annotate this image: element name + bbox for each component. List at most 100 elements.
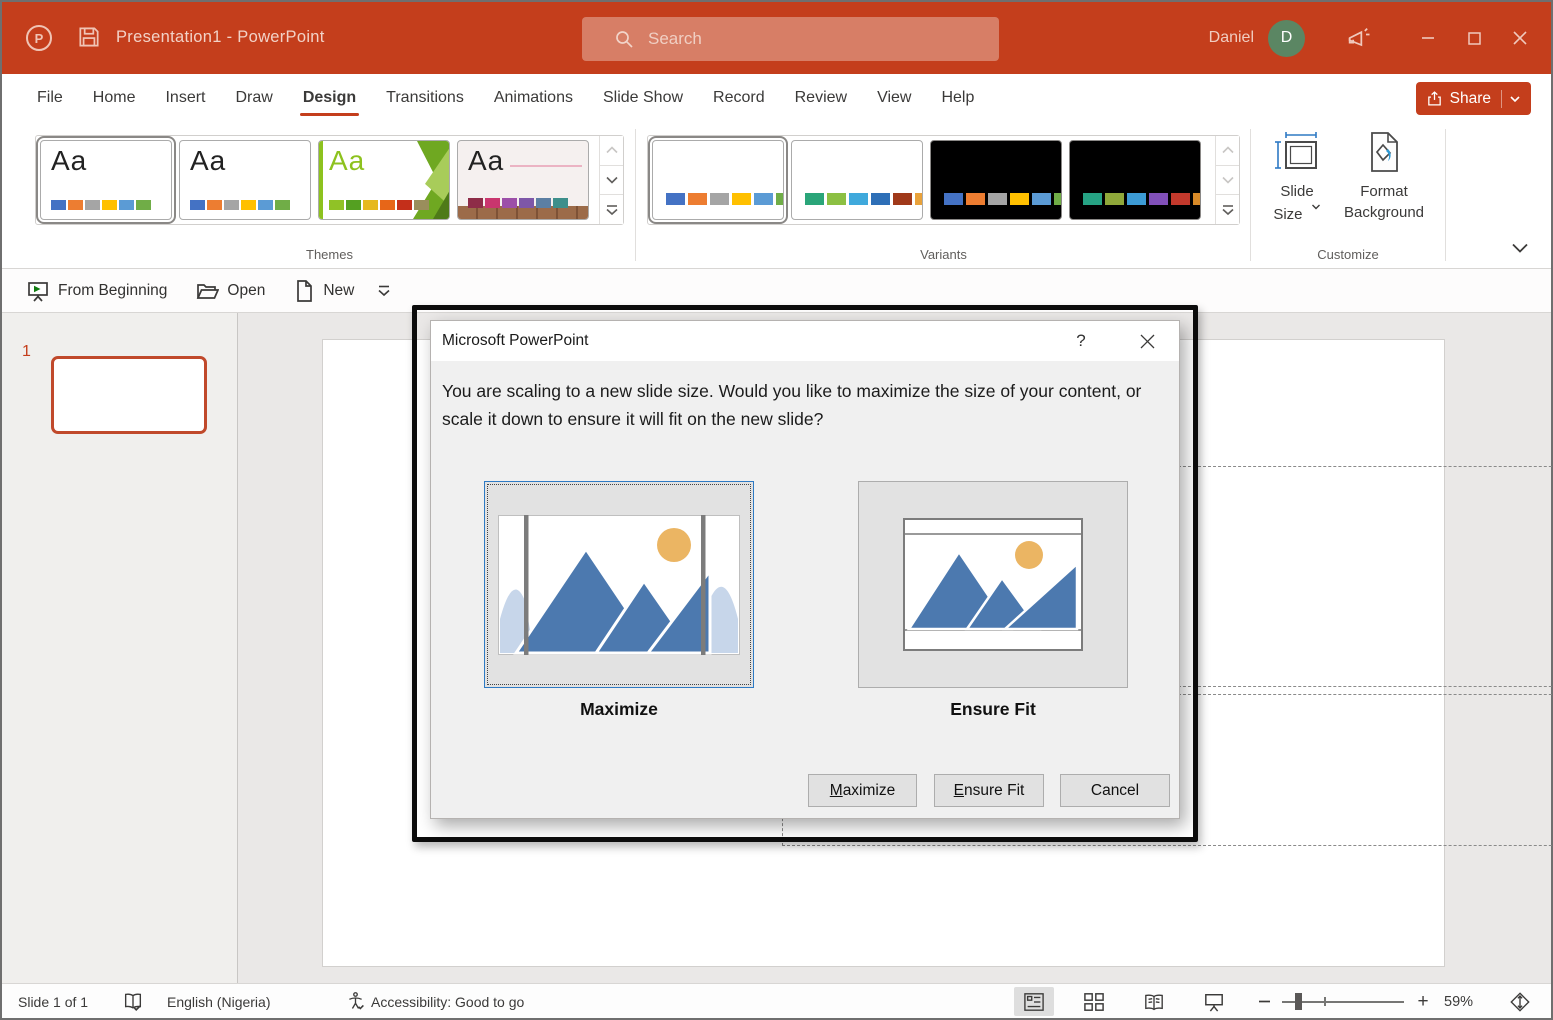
tab-slide-show[interactable]: Slide Show	[588, 74, 698, 121]
ensure-fit-option-label: Ensure Fit	[858, 699, 1128, 720]
spell-check-icon[interactable]	[122, 984, 144, 1019]
search-input[interactable]: Search	[582, 17, 999, 61]
from-beginning-icon	[26, 279, 50, 303]
format-background-label-1: Format	[1360, 183, 1408, 200]
variant-item-3[interactable]	[930, 140, 1062, 220]
accessibility-status[interactable]: Accessibility: Good to go	[371, 984, 524, 1019]
toolbar-options-chevron-icon[interactable]	[376, 284, 392, 298]
status-bar: Slide 1 of 1 English (Nigeria) Accessibi…	[2, 983, 1551, 1018]
powerpoint-logo-icon[interactable]: P	[24, 23, 54, 53]
theme-item-gallery[interactable]: Aa	[457, 140, 589, 220]
cancel-button[interactable]: Cancel	[1060, 774, 1170, 807]
svg-text:P: P	[35, 31, 44, 46]
themes-gallery: Aa Aa Aa	[35, 135, 624, 225]
tab-file[interactable]: File	[22, 74, 78, 121]
slide-size-button[interactable]: Slide Size	[1262, 131, 1332, 225]
group-separator	[635, 129, 636, 261]
variant-item-2[interactable]	[791, 140, 923, 220]
workspace: 1 Microsoft PowerPoint ? You are scaling…	[2, 313, 1551, 983]
variant-swatches	[1083, 193, 1201, 205]
variants-gallery	[647, 135, 1240, 225]
theme-item-office[interactable]: Aa	[179, 140, 311, 220]
slide-thumbnail-selected[interactable]	[51, 356, 207, 434]
variants-scroll-up-button[interactable]	[1216, 136, 1239, 166]
powerpoint-window: P Presentation1 - PowerPoint Search Dani…	[0, 0, 1553, 1020]
themes-scroll-up-button[interactable]	[600, 136, 623, 166]
maximize-button[interactable]	[1451, 13, 1497, 63]
dialog-close-button[interactable]	[1123, 321, 1171, 361]
maximize-button[interactable]: Maximize	[808, 774, 917, 807]
from-beginning-label: From Beginning	[58, 282, 167, 300]
minimize-button[interactable]	[1405, 13, 1451, 63]
variants-more-button[interactable]	[1216, 195, 1239, 224]
from-beginning-button[interactable]: From Beginning	[26, 279, 167, 303]
theme-swatches	[51, 200, 151, 210]
dialog-help-button[interactable]: ?	[1061, 321, 1101, 361]
variant-item-4[interactable]	[1069, 140, 1201, 220]
zoom-slider-center-tick	[1324, 997, 1326, 1006]
share-button[interactable]: Share	[1416, 82, 1531, 115]
ensure-fit-button[interactable]: Ensure Fit	[934, 774, 1044, 807]
dialog-message: You are scaling to a new slide size. Wou…	[442, 377, 1148, 433]
titlebar-right: Daniel D	[1209, 2, 1551, 74]
accessibility-icon	[345, 984, 366, 1019]
collapse-ribbon-chevron-icon[interactable]	[1511, 242, 1529, 254]
open-button[interactable]: Open	[195, 279, 265, 303]
scale-dialog: Microsoft PowerPoint ? You are scaling t…	[430, 320, 1180, 819]
new-button[interactable]: New	[293, 279, 354, 303]
tab-transitions[interactable]: Transitions	[371, 74, 479, 121]
ensure-fit-preview-image	[903, 518, 1083, 651]
ensure-fit-option[interactable]	[858, 481, 1128, 688]
tab-insert[interactable]: Insert	[150, 74, 220, 121]
format-background-button[interactable]: Format Background	[1334, 131, 1434, 223]
tab-record[interactable]: Record	[698, 74, 780, 121]
tab-draw[interactable]: Draw	[220, 74, 287, 121]
zoom-slider-handle[interactable]	[1295, 993, 1302, 1010]
slide-indicator[interactable]: Slide 1 of 1	[18, 984, 88, 1019]
themes-scroll-down-button[interactable]	[600, 166, 623, 196]
maximize-option[interactable]	[484, 481, 754, 688]
tab-review[interactable]: Review	[780, 74, 862, 121]
dialog-title: Microsoft PowerPoint	[442, 332, 588, 350]
new-label: New	[323, 282, 354, 300]
tab-design[interactable]: Design	[288, 74, 371, 121]
share-icon	[1426, 90, 1443, 107]
theme-item-office-selected[interactable]: Aa	[40, 140, 172, 220]
zoom-level[interactable]: 59%	[1444, 984, 1473, 1019]
facet-edge-decor	[319, 141, 323, 219]
variant-item-1-selected[interactable]	[652, 140, 784, 220]
close-button[interactable]	[1497, 13, 1543, 63]
reading-view-button[interactable]	[1134, 987, 1174, 1016]
slideshow-view-button[interactable]	[1194, 987, 1234, 1016]
ribbon-tab-row: File Home Insert Draw Design Transitions…	[2, 74, 1551, 121]
tab-home[interactable]: Home	[78, 74, 151, 121]
group-separator	[1445, 129, 1446, 261]
window-title: Presentation1 - PowerPoint	[116, 28, 325, 47]
language-indicator[interactable]: English (Nigeria)	[167, 984, 270, 1019]
search-placeholder: Search	[648, 29, 702, 49]
customize-group-label: Customize	[1262, 247, 1434, 262]
slide-sorter-view-button[interactable]	[1074, 987, 1114, 1016]
zoom-in-button[interactable]: +	[1410, 987, 1436, 1016]
share-divider	[1501, 90, 1502, 108]
user-name[interactable]: Daniel	[1209, 29, 1254, 47]
zoom-out-button[interactable]	[1251, 987, 1277, 1016]
slide-size-icon	[1274, 131, 1320, 173]
tab-view[interactable]: View	[862, 74, 926, 121]
tab-animations[interactable]: Animations	[479, 74, 588, 121]
fit-slide-to-window-button[interactable]	[1504, 987, 1536, 1016]
avatar[interactable]: D	[1268, 20, 1305, 57]
feedback-megaphone-icon[interactable]	[1345, 24, 1373, 52]
chevron-down-icon	[1311, 202, 1321, 211]
variants-group-label: Variants	[647, 247, 1240, 262]
chevron-down-icon[interactable]	[1509, 93, 1521, 105]
variant-swatches	[666, 193, 784, 205]
save-icon[interactable]	[76, 24, 102, 50]
normal-view-button[interactable]	[1014, 987, 1054, 1016]
tab-help[interactable]: Help	[926, 74, 989, 121]
new-file-icon	[293, 279, 315, 303]
format-background-icon	[1364, 131, 1404, 173]
theme-item-facet[interactable]: Aa	[318, 140, 450, 220]
variants-scroll-down-button[interactable]	[1216, 166, 1239, 196]
themes-more-button[interactable]	[600, 195, 623, 224]
